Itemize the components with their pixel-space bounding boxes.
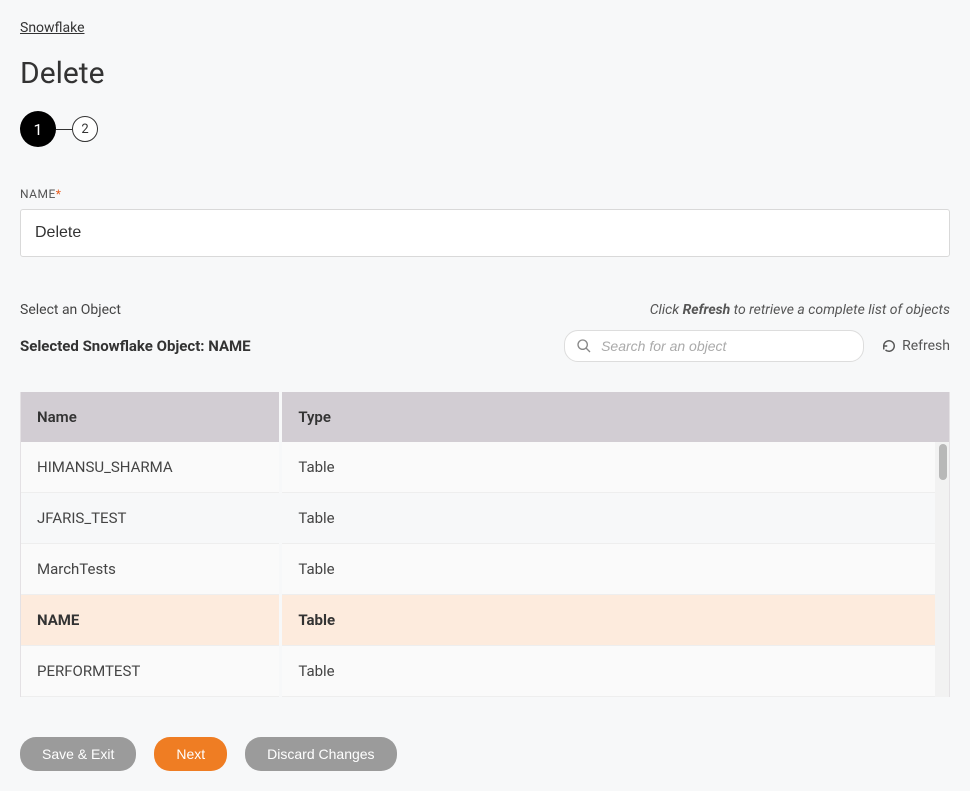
cell-name: MarchTests xyxy=(21,544,281,595)
cell-name: NAME xyxy=(21,595,281,646)
table-row[interactable]: MarchTestsTable xyxy=(21,544,949,595)
refresh-icon xyxy=(882,339,896,353)
search-input[interactable] xyxy=(564,330,864,362)
table-row[interactable]: PERFORMTESTTable xyxy=(21,646,949,697)
col-header-type[interactable]: Type xyxy=(281,392,949,442)
step-2[interactable]: 2 xyxy=(72,116,98,142)
search-icon xyxy=(576,338,592,354)
cell-type: Table xyxy=(281,442,949,493)
cell-type: Table xyxy=(281,544,949,595)
stepper: 1 2 xyxy=(20,111,950,147)
save-exit-button[interactable]: Save & Exit xyxy=(20,737,136,771)
next-button[interactable]: Next xyxy=(154,737,227,771)
table-row[interactable]: HIMANSU_SHARMATable xyxy=(21,442,949,493)
page-title: Delete xyxy=(20,56,950,91)
name-input[interactable] xyxy=(20,209,950,257)
scrollbar-thumb[interactable] xyxy=(939,444,947,480)
footer-buttons: Save & Exit Next Discard Changes xyxy=(20,737,950,771)
table-row[interactable]: NAMETable xyxy=(21,595,949,646)
cell-name: HIMANSU_SHARMA xyxy=(21,442,281,493)
cell-type: Table xyxy=(281,595,949,646)
refresh-button[interactable]: Refresh xyxy=(882,338,950,354)
select-object-label: Select an Object xyxy=(20,302,121,318)
cell-name: PERFORMTEST xyxy=(21,646,281,697)
scrollbar-track[interactable] xyxy=(935,442,949,697)
cell-name: JFARIS_TEST xyxy=(21,493,281,544)
table-row[interactable]: JFARIS_TESTTable xyxy=(21,493,949,544)
col-header-name[interactable]: Name xyxy=(21,392,281,442)
breadcrumb-snowflake[interactable]: Snowflake xyxy=(20,20,85,36)
discard-button[interactable]: Discard Changes xyxy=(245,737,396,771)
cell-type: Table xyxy=(281,493,949,544)
object-table-wrap: Name Type HIMANSU_SHARMATableJFARIS_TEST… xyxy=(20,392,950,697)
refresh-hint: Click Refresh to retrieve a complete lis… xyxy=(650,302,950,318)
selected-object: Selected Snowflake Object: NAME xyxy=(20,337,251,355)
cell-type: Table xyxy=(281,646,949,697)
object-table: Name Type HIMANSU_SHARMATableJFARIS_TEST… xyxy=(21,392,949,697)
name-label: NAME* xyxy=(20,187,950,201)
refresh-label: Refresh xyxy=(902,338,950,354)
step-1[interactable]: 1 xyxy=(20,111,56,147)
step-connector xyxy=(56,129,72,130)
